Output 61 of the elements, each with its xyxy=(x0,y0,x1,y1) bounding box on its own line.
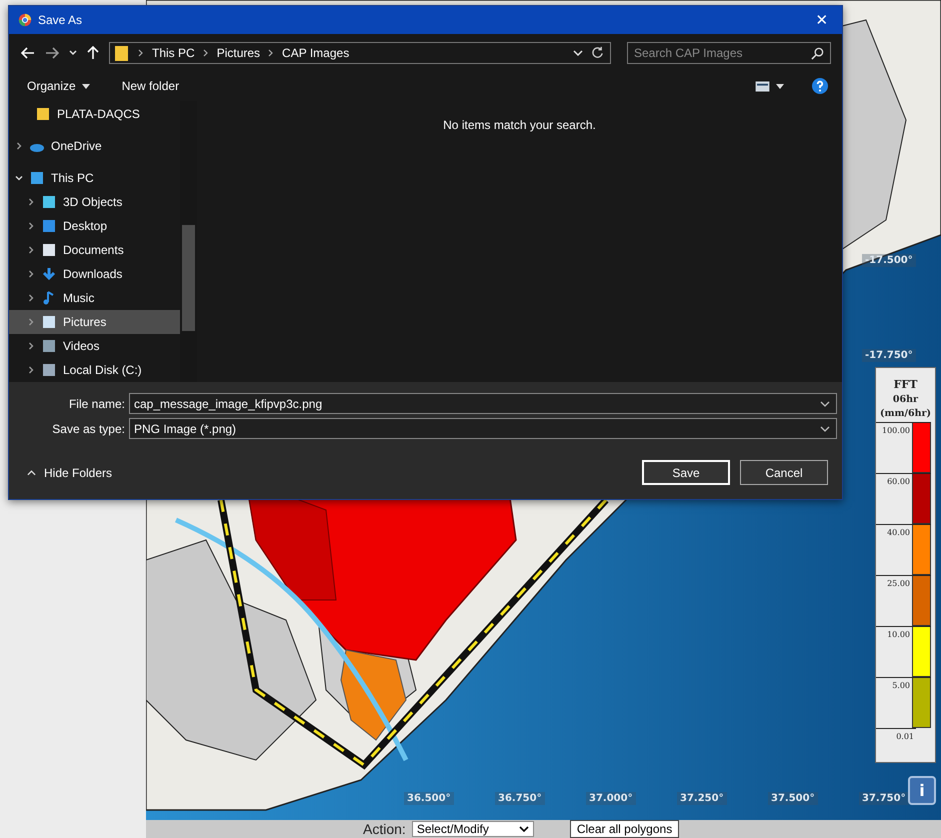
legend-value: 10.00 xyxy=(886,629,911,641)
sidebar-item-label: Videos xyxy=(63,339,100,353)
search-field[interactable]: Search CAP Images xyxy=(627,42,831,64)
organize-menu[interactable]: Organize xyxy=(19,79,76,93)
info-button[interactable]: i xyxy=(908,776,936,805)
legend-value: 25.00 xyxy=(886,578,911,590)
breadcrumb-item[interactable]: CAP Images xyxy=(282,46,350,60)
legend-period: 06hr xyxy=(892,394,918,405)
sidebar-item-label: Pictures xyxy=(63,315,106,329)
sidebar-item-label: This PC xyxy=(51,171,94,185)
save-button[interactable]: Save xyxy=(642,460,730,485)
longitude-label: 36.750° xyxy=(495,792,545,805)
breadcrumb-item[interactable]: This PC xyxy=(152,46,195,60)
legend-value: 60.00 xyxy=(886,476,911,488)
sidebar-item-label: Downloads xyxy=(63,267,122,281)
latitude-label: -17.750° xyxy=(862,349,916,362)
sidebar-item[interactable]: Local Disk (C:) xyxy=(9,358,180,382)
longitude-label: 37.250° xyxy=(677,792,727,805)
sidebar-item-label: PLATA-DAQCS xyxy=(57,107,140,121)
sidebar-item[interactable]: Music xyxy=(9,286,180,310)
sidebar-item[interactable]: Downloads xyxy=(9,262,180,286)
window-title: Save As xyxy=(38,13,82,27)
action-select[interactable]: Select/Modify xyxy=(412,821,534,837)
empty-message: No items match your search. xyxy=(443,118,596,132)
sidebar-item[interactable]: OneDrive xyxy=(9,134,180,158)
save-type-dropdown[interactable]: PNG Image (*.png) xyxy=(129,418,837,439)
action-label: Action: xyxy=(363,821,406,837)
sidebar-item[interactable]: Pictures xyxy=(9,310,180,334)
sidebar-item-label: 3D Objects xyxy=(63,195,122,209)
file-name-field[interactable]: cap_message_image_kfipvp3c.png xyxy=(129,393,837,414)
sidebar-item[interactable]: This PC xyxy=(9,166,180,190)
legend-value: 5.00 xyxy=(891,680,911,692)
longitude-label: 37.000° xyxy=(586,792,636,805)
sidebar-item[interactable]: Documents xyxy=(9,238,180,262)
legend-value: 40.00 xyxy=(886,527,911,539)
file-name-label: File name: xyxy=(68,396,126,410)
sidebar-item[interactable]: Videos xyxy=(9,334,180,358)
address-bar[interactable]: This PC Pictures CAP Images xyxy=(109,42,611,64)
legend-title: FFT xyxy=(894,378,918,391)
close-button[interactable]: ✕ xyxy=(802,6,842,34)
clear-polygons-button[interactable]: Clear all polygons xyxy=(570,820,680,838)
sidebar-item-label: Documents xyxy=(63,243,124,257)
new-folder-button[interactable]: New folder xyxy=(114,79,180,93)
save-type-label: Save as type: xyxy=(51,422,126,436)
sidebar-item[interactable]: Desktop xyxy=(9,214,180,238)
legend-unit: (mm/6hr) xyxy=(880,408,932,419)
sidebar-item-label: Music xyxy=(63,291,94,305)
sidebar-item-label: OneDrive xyxy=(51,139,102,153)
cancel-button[interactable]: Cancel xyxy=(740,460,828,485)
sidebar-item[interactable]: 3D Objects xyxy=(9,190,180,214)
sidebar-item-label: Desktop xyxy=(63,219,108,233)
sidebar-item[interactable]: PLATA-DAQCS xyxy=(9,102,180,126)
latitude-label: -17.500° xyxy=(862,254,916,267)
longitude-label: 36.500° xyxy=(404,792,454,805)
hide-folders-button[interactable]: Hide Folders xyxy=(21,464,118,480)
longitude-label: 37.750° xyxy=(859,792,909,805)
breadcrumb-item[interactable]: Pictures xyxy=(216,46,260,60)
legend-value: 0.01 xyxy=(876,728,916,741)
longitude-label: 37.500° xyxy=(768,792,818,805)
legend-value: 100.00 xyxy=(881,425,911,437)
sidebar-item-label: Local Disk (C:) xyxy=(63,363,142,377)
